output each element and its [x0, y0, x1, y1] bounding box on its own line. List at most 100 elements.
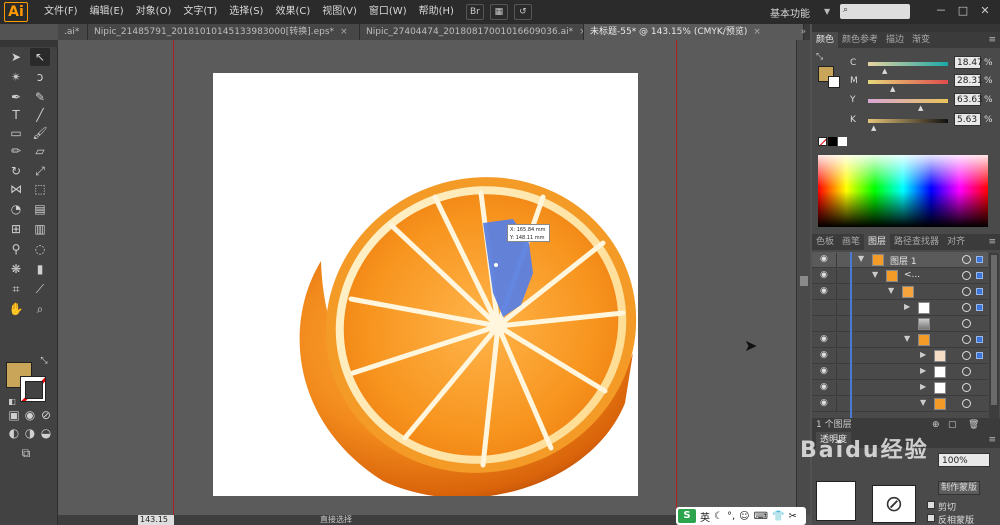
new-layer-icon[interactable]: ▢ — [948, 418, 957, 432]
punctuation-icon[interactable]: °, — [727, 511, 735, 522]
mesh-tool-icon[interactable]: ⊞ — [6, 220, 26, 238]
eye-icon[interactable]: ◉ — [820, 367, 830, 376]
close-icon[interactable]: × — [753, 27, 761, 37]
invert-mask-checkbox[interactable] — [927, 514, 935, 522]
selection-indicator[interactable] — [976, 352, 983, 359]
menu-help[interactable]: 帮助(H) — [413, 0, 460, 24]
selection-indicator[interactable] — [976, 272, 983, 279]
maximize-button[interactable]: □ — [954, 3, 972, 19]
layer-row[interactable]: ◉ ▶ — [812, 380, 988, 396]
menu-effect[interactable]: 效果(C) — [269, 0, 316, 24]
tab-pathfinder[interactable]: 路径查找器 — [890, 234, 943, 250]
column-graph-tool-icon[interactable]: ▮ — [30, 260, 50, 278]
layer-row[interactable] — [812, 316, 988, 332]
tab-align[interactable]: 对齐 — [943, 234, 969, 250]
black-swatch[interactable] — [828, 137, 837, 146]
slice-tool-icon[interactable]: ⟋ — [30, 280, 50, 298]
tab-layers[interactable]: 图层 — [864, 234, 891, 250]
lock-toggle[interactable] — [836, 365, 850, 379]
eye-icon[interactable]: ◉ — [820, 383, 830, 392]
menu-edit[interactable]: 编辑(E) — [84, 0, 130, 24]
yellow-slider[interactable] — [868, 99, 948, 103]
collapse-triangle-icon[interactable]: ▼ — [858, 254, 864, 263]
swap-fill-stroke-icon[interactable]: ⤡ — [34, 352, 54, 370]
type-tool-icon[interactable]: T — [6, 106, 26, 124]
lock-toggle[interactable] — [836, 397, 850, 411]
opacity-input[interactable]: 100% — [938, 453, 990, 467]
eraser-tool-icon[interactable]: ▱ — [30, 142, 50, 160]
tab-doc-2[interactable]: Nipic_21485791_20181010145133983000[转换].… — [88, 24, 360, 40]
lock-toggle[interactable] — [836, 301, 850, 315]
target-circle-icon[interactable] — [962, 351, 971, 360]
tab-gradient[interactable]: 渐变 — [908, 32, 934, 48]
target-circle-icon[interactable] — [962, 303, 971, 312]
layer-row[interactable]: ◉ ▼ <... — [812, 268, 988, 284]
scrollbar-thumb[interactable] — [800, 276, 808, 286]
curvature-tool-icon[interactable]: ✎ — [30, 88, 50, 106]
panel-menu-icon[interactable]: ≡ — [988, 432, 996, 448]
artboard[interactable]: X: 165.84 mm Y: 148.11 mm — [213, 73, 638, 496]
menu-view[interactable]: 视图(V) — [316, 0, 363, 24]
artboard-tool-icon[interactable]: ⌗ — [6, 280, 26, 298]
target-circle-icon[interactable] — [962, 271, 971, 280]
tab-color[interactable]: 颜色 — [812, 32, 839, 48]
smiley-icon[interactable]: ☺ — [739, 511, 749, 522]
none-swatch[interactable] — [818, 137, 827, 146]
pen-tool-icon[interactable]: ✒ — [6, 88, 26, 106]
lock-toggle[interactable] — [836, 269, 850, 283]
close-icon[interactable]: × — [340, 27, 348, 37]
panel-grip[interactable] — [812, 24, 1000, 32]
swap-fill-stroke-icon[interactable]: ⤡ — [816, 52, 823, 62]
magenta-value-input[interactable]: 28.31 — [954, 74, 983, 87]
black-slider-knob[interactable]: ▲ — [871, 124, 876, 132]
yellow-value-input[interactable]: 63.63 — [954, 93, 983, 106]
menu-select[interactable]: 选择(S) — [223, 0, 269, 24]
collapse-triangle-icon[interactable]: ▼ — [872, 270, 878, 279]
delete-layer-icon[interactable]: 🗑 — [968, 418, 979, 432]
magenta-slider[interactable] — [868, 80, 948, 84]
rotate-tool-icon[interactable]: ↻ — [6, 162, 26, 180]
gradient-tool-icon[interactable]: ▥ — [30, 220, 50, 238]
collapse-triangle-icon[interactable]: ▼ — [888, 286, 894, 295]
target-circle-icon[interactable] — [962, 287, 971, 296]
panel-menu-icon[interactable]: ≡ — [988, 234, 996, 250]
tab-doc-active[interactable]: 未标题-55* @ 143.15% (CMYK/预览) × — [584, 24, 804, 40]
eye-icon[interactable]: ◉ — [820, 399, 830, 408]
stroke-color-swatch[interactable] — [20, 376, 46, 402]
cyan-slider[interactable] — [868, 62, 948, 66]
lock-toggle[interactable] — [836, 317, 850, 331]
tab-stroke[interactable]: 描边 — [882, 32, 908, 48]
scale-tool-icon[interactable]: ⤢ — [30, 162, 50, 180]
selection-indicator[interactable] — [976, 256, 983, 263]
target-circle-icon[interactable] — [962, 367, 971, 376]
target-circle-icon[interactable] — [962, 335, 971, 344]
layer-row[interactable]: ◉ ▶ — [812, 364, 988, 380]
white-swatch[interactable] — [838, 137, 847, 146]
workspace-switcher[interactable]: 基本功能 — [770, 5, 810, 20]
menu-file[interactable]: 文件(F) — [38, 0, 84, 24]
selection-indicator[interactable] — [976, 336, 983, 343]
none-mode-icon[interactable]: ⊘ — [36, 406, 56, 424]
line-tool-icon[interactable]: ╱ — [30, 106, 50, 124]
magenta-slider-knob[interactable]: ▲ — [890, 85, 895, 93]
ime-mode[interactable]: 英 — [700, 509, 710, 524]
tab-brushes[interactable]: 画笔 — [838, 234, 864, 250]
tab-overflow-icon[interactable]: » — [800, 24, 806, 40]
menu-window[interactable]: 窗口(W) — [363, 0, 413, 24]
close-window-button[interactable]: ✕ — [976, 3, 994, 19]
tools-icon[interactable]: ✂ — [788, 511, 796, 522]
panel-menu-icon[interactable]: ≡ — [988, 32, 996, 48]
direct-selection-tool-icon[interactable]: ↖ — [30, 48, 50, 66]
lasso-tool-icon[interactable]: ↄ — [30, 68, 50, 86]
lock-toggle[interactable] — [836, 333, 850, 347]
clip-checkbox[interactable] — [927, 501, 935, 509]
target-circle-icon[interactable] — [962, 319, 971, 328]
cyan-value-input[interactable]: 18.47 — [954, 56, 983, 69]
target-circle-icon[interactable] — [962, 383, 971, 392]
expand-triangle-icon[interactable]: ▶ — [920, 382, 926, 391]
orange-slice-illustration[interactable] — [213, 73, 638, 496]
minimize-button[interactable]: － — [932, 3, 950, 19]
tab-swatches[interactable]: 色板 — [812, 234, 838, 250]
hand-tool-icon[interactable]: ✋ — [6, 300, 26, 318]
layer-row[interactable]: ◉ ▼ — [812, 396, 988, 412]
